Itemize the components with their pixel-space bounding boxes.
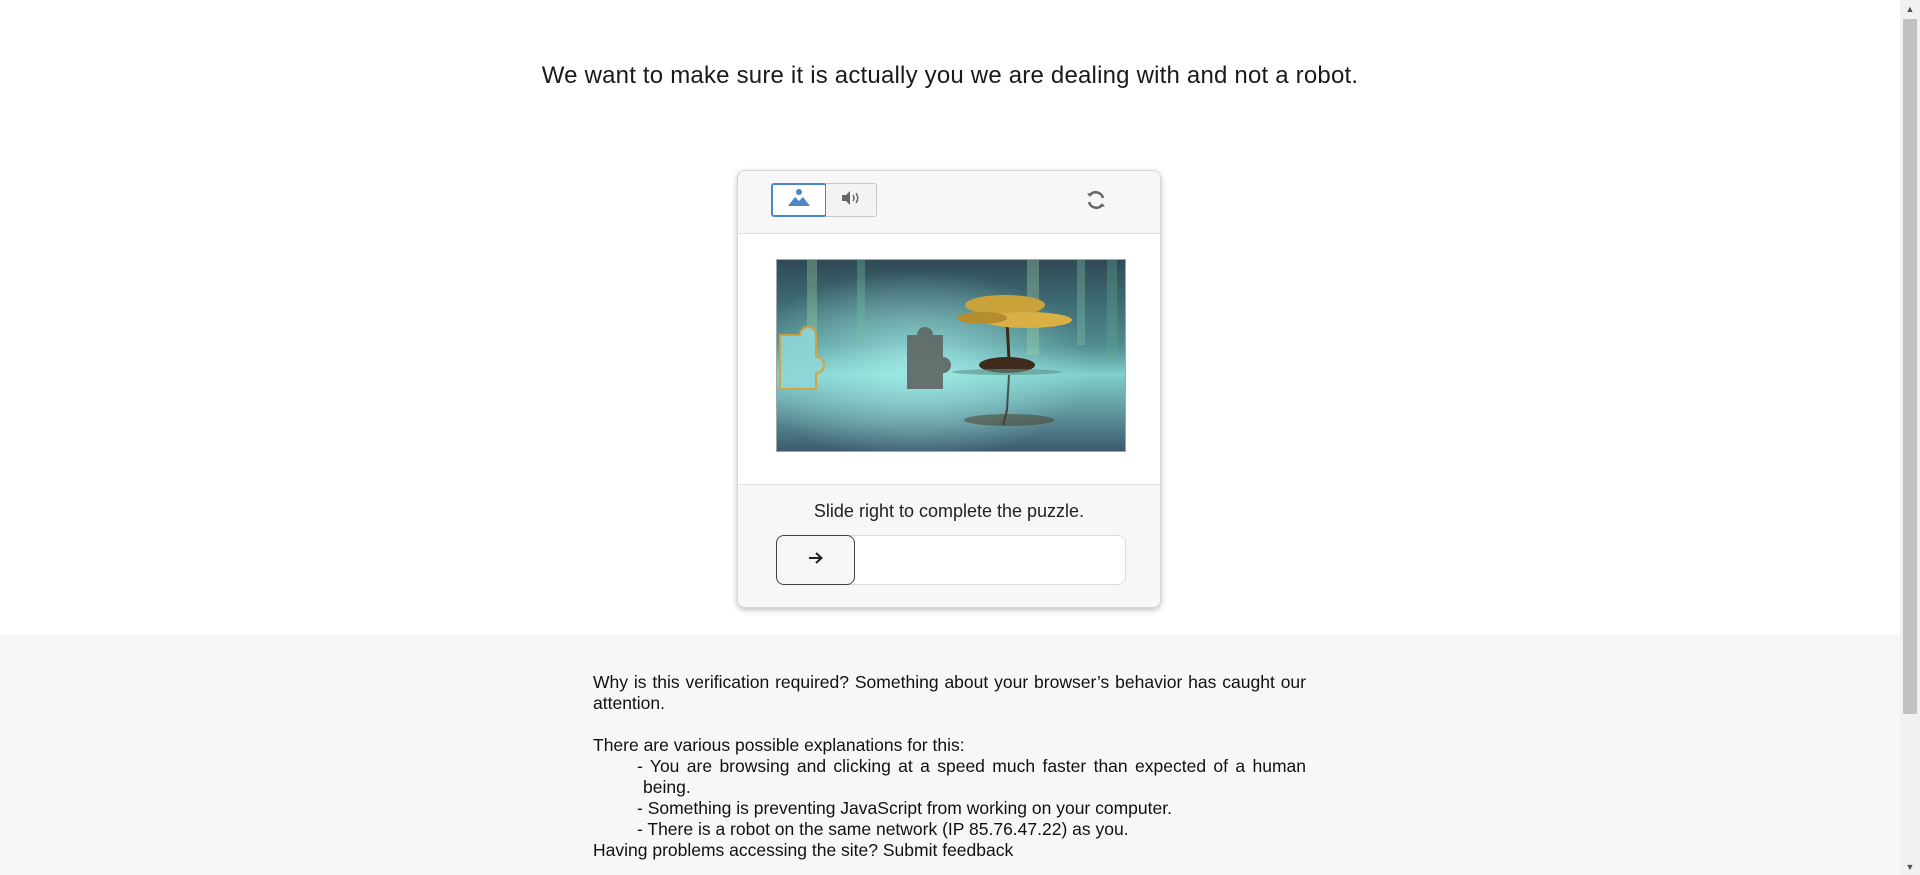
slide-instruction: Slide right to complete the puzzle. (813, 501, 1085, 521)
scroll-thumb[interactable] (1903, 19, 1917, 714)
why-verification-text: Why is this verification required? Somet… (593, 672, 1306, 713)
reason-item: - Something is preventing JavaScript fro… (637, 798, 1172, 818)
captcha-card: Slide right to complete the puzzle. (737, 170, 1161, 608)
reason-item: - There is a robot on the same network (… (637, 819, 1129, 839)
vertical-scrollbar[interactable]: ▲ ▼ (1900, 0, 1920, 875)
scroll-down-arrow[interactable]: ▼ (1900, 858, 1920, 875)
reason-item: - You are browsing and clicking at a spe… (637, 756, 1306, 797)
page: We want to make sure it is actually you … (0, 0, 1900, 875)
info-section: Why is this verification required? Somet… (0, 635, 1900, 875)
info-text: Why is this verification required? Somet… (593, 672, 1306, 861)
scroll-up-arrow[interactable]: ▲ (1900, 0, 1920, 17)
feedback-prefix: Having problems accessing the site? (593, 840, 883, 860)
feedback-line: Having problems accessing the site? Subm… (593, 840, 1306, 861)
arrow-right-icon (808, 551, 824, 570)
refresh-icon (1084, 188, 1108, 217)
puzzle-image (776, 259, 1126, 452)
page-heading: We want to make sure it is actually you … (541, 62, 1359, 89)
refresh-button[interactable] (1082, 188, 1110, 216)
submit-feedback-link[interactable]: Submit feedback (883, 840, 1013, 860)
captcha-toolbar (738, 171, 1160, 234)
image-mode-icon (786, 188, 812, 213)
audio-mode-button[interactable] (826, 183, 877, 217)
image-mode-button[interactable] (771, 183, 827, 217)
captcha-slider-panel: Slide right to complete the puzzle. (738, 484, 1160, 607)
explanations-intro: There are various possible explanations … (593, 735, 965, 755)
puzzle-scene (777, 260, 1125, 451)
slider-handle[interactable] (776, 535, 855, 585)
speaker-icon (840, 190, 862, 211)
